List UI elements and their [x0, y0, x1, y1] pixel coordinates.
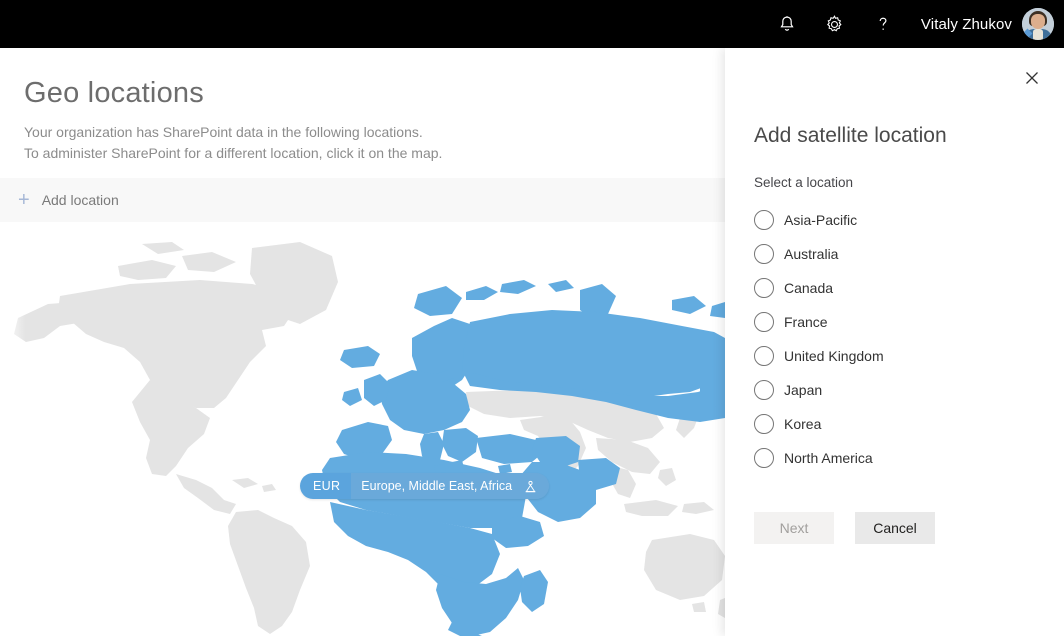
- gear-icon[interactable]: [811, 0, 859, 48]
- panel-title: Add satellite location: [754, 124, 947, 147]
- radio-label: Korea: [784, 416, 822, 432]
- help-question-icon[interactable]: [859, 0, 907, 48]
- plus-icon: +: [18, 189, 30, 211]
- world-map-svg: [0, 222, 725, 636]
- radio-option-japan[interactable]: Japan: [754, 373, 1044, 407]
- command-bar: + Add location: [0, 178, 725, 222]
- home-location-icon: [520, 473, 550, 499]
- radio-label: Australia: [784, 246, 839, 262]
- map-region-pill-eur[interactable]: EUR Europe, Middle East, Africa: [300, 473, 550, 499]
- radio-label: Canada: [784, 280, 834, 296]
- radio-label: France: [784, 314, 828, 330]
- radio-indicator[interactable]: [754, 244, 774, 264]
- radio-option-france[interactable]: France: [754, 305, 1044, 339]
- world-map[interactable]: EUR Europe, Middle East, Africa: [0, 222, 725, 636]
- select-location-label: Select a location: [754, 175, 854, 190]
- radio-label: North America: [784, 450, 873, 466]
- page-description: Your organization has SharePoint data in…: [24, 122, 442, 164]
- radio-option-korea[interactable]: Korea: [754, 407, 1044, 441]
- content-region: Geo locations Your organization has Shar…: [0, 48, 725, 636]
- add-location-label: Add location: [41, 192, 119, 208]
- radio-label: Japan: [784, 382, 823, 398]
- add-location-button[interactable]: + Add location: [0, 178, 133, 222]
- panel-actions: Next Cancel: [754, 512, 935, 544]
- radio-indicator[interactable]: [754, 380, 774, 400]
- radio-indicator[interactable]: [754, 210, 774, 230]
- radio-option-australia[interactable]: Australia: [754, 237, 1044, 271]
- next-button[interactable]: Next: [754, 512, 834, 544]
- radio-option-united-kingdom[interactable]: United Kingdom: [754, 339, 1044, 373]
- radio-label: United Kingdom: [784, 348, 884, 364]
- radio-indicator[interactable]: [754, 414, 774, 434]
- page-description-line-1: Your organization has SharePoint data in…: [24, 124, 423, 140]
- region-code-badge: EUR: [300, 473, 352, 499]
- add-satellite-location-panel: Add satellite location Select a location…: [725, 48, 1064, 636]
- radio-indicator[interactable]: [754, 448, 774, 468]
- radio-option-asia-pacific[interactable]: Asia-Pacific: [754, 203, 1044, 237]
- cancel-button[interactable]: Cancel: [855, 512, 935, 544]
- page-description-line-2: To administer SharePoint for a different…: [24, 145, 443, 161]
- radio-indicator[interactable]: [754, 312, 774, 332]
- notification-bell-icon[interactable]: [763, 0, 811, 48]
- radio-option-north-america[interactable]: North America: [754, 441, 1044, 475]
- radio-indicator[interactable]: [754, 278, 774, 298]
- suite-bar: Vitaly Zhukov: [0, 0, 1064, 48]
- page-title: Geo locations: [24, 77, 204, 109]
- avatar[interactable]: [1022, 8, 1054, 40]
- close-icon[interactable]: [1012, 58, 1052, 98]
- suite-user-name: Vitaly Zhukov: [920, 15, 1012, 33]
- radio-option-canada[interactable]: Canada: [754, 271, 1044, 305]
- radio-indicator[interactable]: [754, 346, 774, 366]
- location-radio-group[interactable]: Asia-Pacific Australia Canada France Uni…: [754, 203, 1044, 475]
- radio-label: Asia-Pacific: [784, 212, 858, 228]
- region-name-label: Europe, Middle East, Africa: [351, 473, 521, 499]
